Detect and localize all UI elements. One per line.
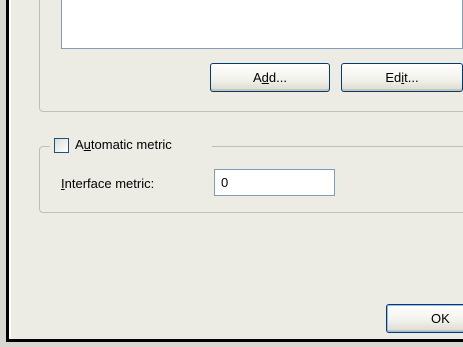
metric-label-post: nterface metric:	[64, 176, 155, 191]
add-label-post: d...	[268, 70, 287, 85]
automatic-metric-checkbox[interactable]	[54, 138, 69, 153]
ok-button[interactable]: OK	[386, 304, 463, 333]
gateway-listbox[interactable]	[61, 0, 463, 49]
add-label-pre: A	[253, 70, 262, 85]
interface-metric-input[interactable]: 0	[214, 169, 335, 196]
chk-label-pre: A	[75, 137, 84, 152]
add-button[interactable]: Ad d...	[210, 63, 330, 92]
automatic-metric-label[interactable]: Automatic metric	[75, 137, 172, 152]
edit-button[interactable]: Ed i t...	[341, 63, 463, 92]
chk-label-post: tomatic metric	[90, 137, 172, 152]
ok-label: OK	[431, 311, 450, 326]
edit-label-pre: Ed	[385, 70, 402, 85]
edit-label-post: t...	[404, 70, 419, 85]
chk-label-accel: u	[83, 137, 91, 152]
interface-metric-label: Interface metric:	[61, 176, 154, 191]
add-label-accel: d	[261, 70, 269, 85]
